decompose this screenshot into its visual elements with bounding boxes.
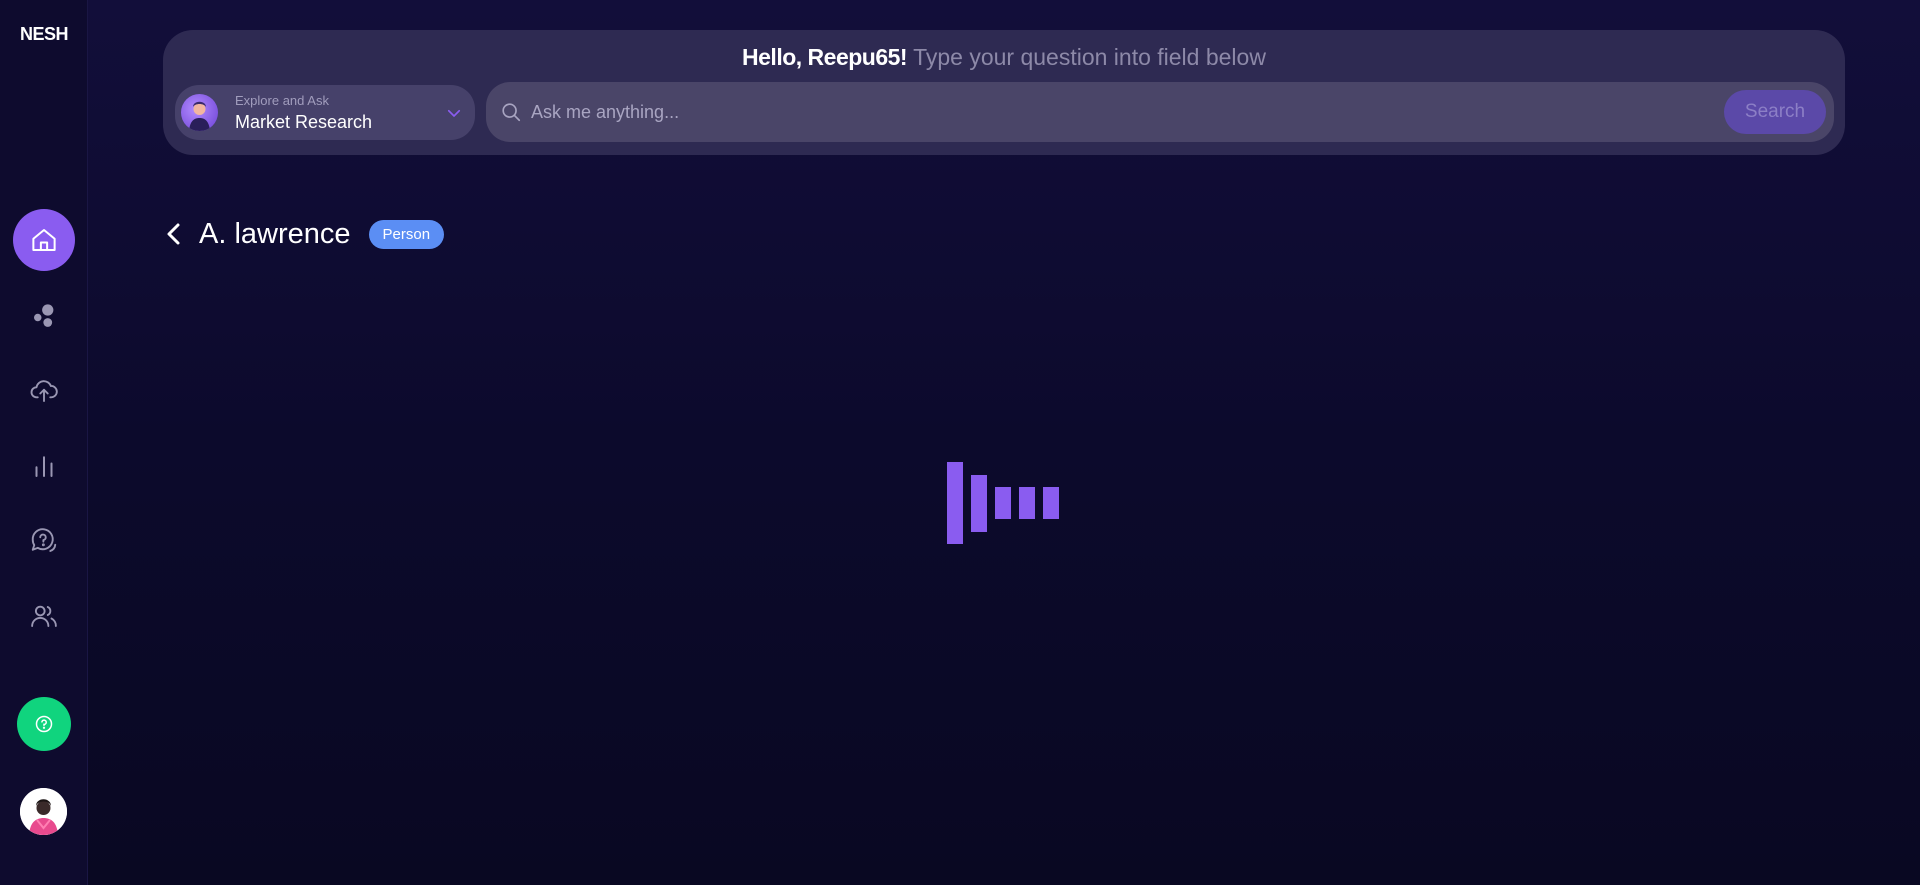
search-input[interactable] [531,92,1631,132]
loader-bar [1019,487,1035,519]
search-panel: Hello, Reepu65! Type your question into … [163,30,1845,155]
loader-bar [947,462,963,544]
loader-bar [1043,487,1059,519]
help-button[interactable] [17,697,71,751]
sidebar-item-analytics[interactable] [13,435,75,497]
back-arrow-icon[interactable] [163,221,185,247]
sidebar-item-clusters[interactable] [13,284,75,346]
dataset-avatar [181,94,218,131]
sidebar-item-faq[interactable] [13,510,75,572]
bar-chart-icon [35,456,53,477]
search-icon [502,103,521,122]
home-icon [32,229,56,251]
sidebar-item-home[interactable] [13,209,75,271]
user-avatar-image [20,788,67,835]
page-title: A. lawrence [199,217,351,250]
user-avatar[interactable] [20,788,67,835]
sidebar: NESH [0,0,88,885]
dataset-selector[interactable]: Explore and Ask Market Research [175,85,475,140]
page-header: A. lawrence Person [163,214,445,254]
loader-bar [995,487,1011,519]
cloud-upload-icon [30,380,58,402]
search-bar: Search [486,82,1834,142]
greeting-instruction: Type your question into field below [913,44,1266,70]
selector-value: Market Research [235,112,373,132]
chevron-down-icon [447,109,461,117]
greeting: Hello, Reepu65! Type your question into … [163,44,1845,71]
help-circle-icon [35,715,53,733]
dataset-avatar-image [189,101,210,131]
bubbles-icon [34,304,54,327]
app-logo[interactable]: NESH [0,24,88,45]
loading-indicator [947,460,1063,546]
sidebar-item-users[interactable] [13,585,75,647]
selector-caption: Explore and Ask [235,93,329,108]
sidebar-item-upload[interactable] [13,360,75,422]
search-button[interactable]: Search [1724,90,1826,134]
loader-bar [971,474,987,532]
entity-type-badge: Person [368,219,445,249]
users-icon [31,605,57,627]
greeting-name: Hello, Reepu65! [742,44,908,70]
chat-question-icon [31,528,57,552]
